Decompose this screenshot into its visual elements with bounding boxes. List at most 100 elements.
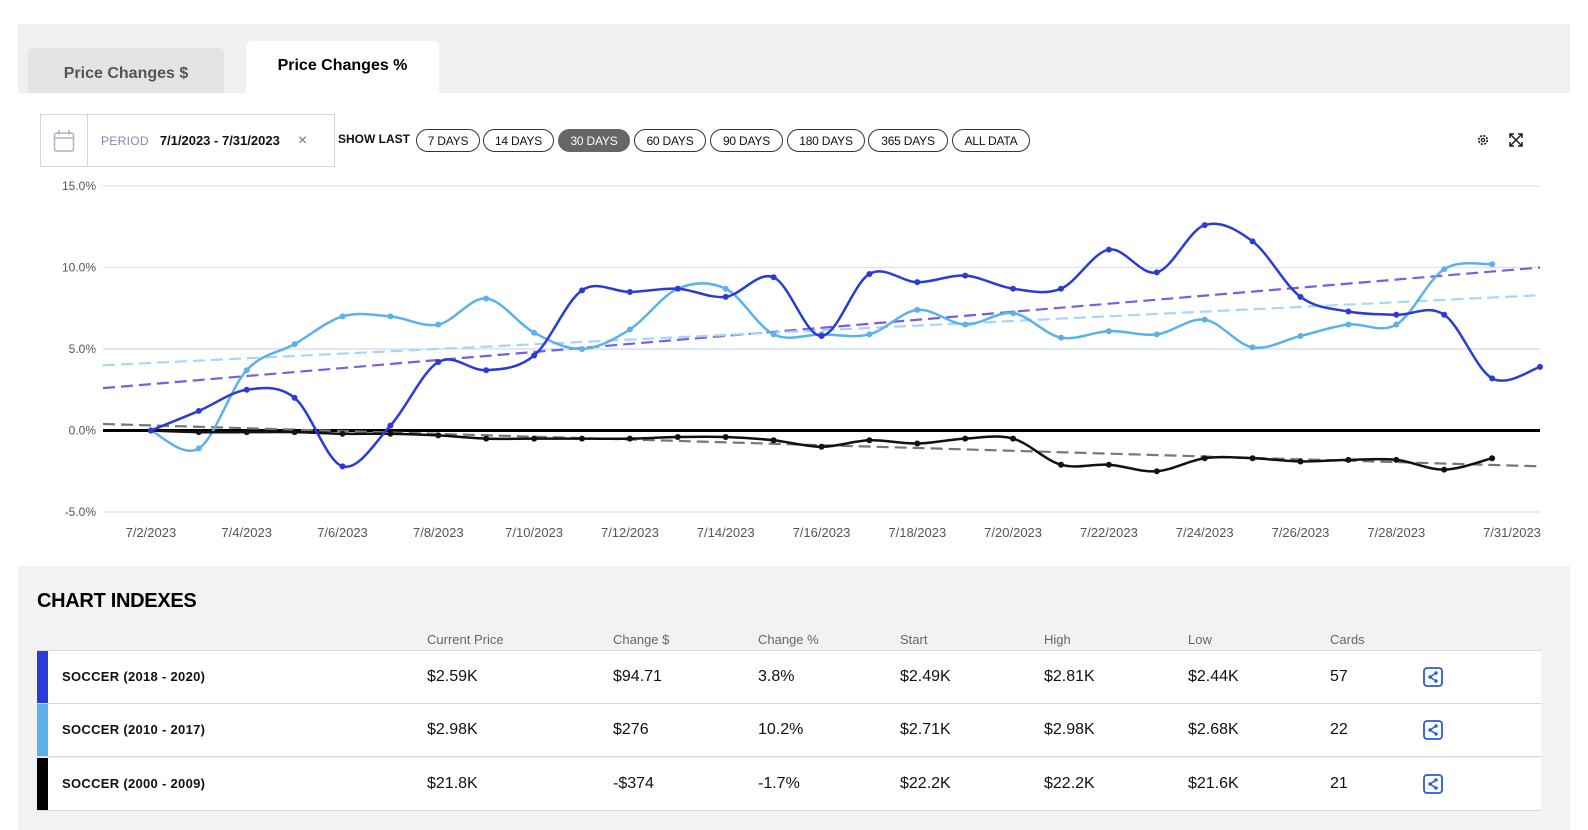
- table-divider: [37, 756, 1541, 757]
- chart-indexes-title: CHART INDEXES: [37, 590, 197, 612]
- series-color-swatch: [37, 651, 48, 703]
- data-point: [579, 435, 585, 442]
- x-tick-label: 7/31/2023: [1483, 525, 1541, 540]
- data-point: [1153, 468, 1160, 475]
- table-cell: $21.6K: [1188, 775, 1239, 792]
- y-tick-label: 5.0%: [69, 342, 97, 356]
- data-point: [339, 430, 346, 437]
- table-cell: $22.2K: [1044, 775, 1095, 792]
- data-point: [1489, 455, 1496, 462]
- table-cell: $2.59K: [427, 668, 478, 685]
- table-cell: -1.7%: [758, 775, 800, 792]
- data-point: [195, 445, 202, 452]
- table-cell: $276: [613, 721, 649, 738]
- data-point: [962, 321, 969, 328]
- data-point: [1010, 285, 1017, 292]
- index-name: SOCCER (2010 - 2017): [62, 722, 206, 737]
- data-point: [579, 346, 585, 352]
- index-name: SOCCER (2000 - 2009): [62, 776, 206, 791]
- x-tick-label: 7/2/2023: [126, 525, 177, 540]
- price-change-chart: 15.0% 10.0% 5.0% 0.0% -5.0% 7/2/2023 7/4/2023 7…: [62, 179, 1543, 540]
- data-point: [1489, 261, 1496, 268]
- table-cell: 57: [1330, 668, 1348, 685]
- data-point: [866, 331, 873, 338]
- table-row[interactable]: SOCCER (2018 - 2020) $2.59K $94.71 3.8% $2.4…: [37, 651, 1541, 703]
- data-point: [1393, 311, 1400, 318]
- data-point: [387, 313, 394, 320]
- data-point: [243, 429, 250, 436]
- y-tick-label: 0.0%: [69, 424, 97, 438]
- x-tick-label: 7/4/2023: [221, 525, 272, 540]
- data-point: [914, 279, 921, 286]
- data-point: [818, 443, 825, 450]
- data-point: [243, 386, 250, 393]
- data-point: [387, 430, 394, 437]
- y-tick-label: 15.0%: [62, 179, 96, 193]
- table-cell: $21.8K: [427, 775, 478, 792]
- table-row[interactable]: SOCCER (2000 - 2009) $21.8K -$374 -1.7% $22.…: [37, 758, 1541, 810]
- data-point: [626, 288, 633, 295]
- data-point: [291, 429, 298, 436]
- data-point: [962, 435, 969, 442]
- data-point: [722, 293, 729, 300]
- data-point: [626, 326, 633, 333]
- x-tick-label: 7/14/2023: [697, 525, 755, 540]
- data-point: [435, 432, 442, 439]
- y-tick-label: -5.0%: [65, 505, 97, 519]
- data-point: [626, 435, 633, 442]
- data-point: [1201, 455, 1208, 462]
- table-row[interactable]: SOCCER (2010 - 2017) $2.98K $276 10.2% $2.71…: [37, 704, 1541, 756]
- data-point: [1537, 363, 1543, 370]
- table-divider: [37, 810, 1541, 811]
- data-point: [770, 274, 777, 281]
- data-point: [1393, 456, 1400, 463]
- data-point: [866, 437, 873, 444]
- data-point: [1010, 435, 1017, 442]
- data-point: [1153, 331, 1160, 338]
- data-point: [866, 271, 873, 278]
- data-point: [387, 422, 394, 429]
- data-point: [1105, 461, 1112, 468]
- data-point: [770, 437, 777, 444]
- data-point: [1010, 310, 1017, 317]
- x-tick-label: 7/10/2023: [505, 525, 563, 540]
- col-high: High: [1044, 632, 1071, 647]
- x-tick-label: 7/22/2023: [1080, 525, 1138, 540]
- share-icon[interactable]: [1423, 774, 1443, 794]
- data-point: [147, 427, 154, 434]
- x-tick-label: 7/8/2023: [413, 525, 464, 540]
- col-low: Low: [1188, 632, 1212, 647]
- data-point: [1441, 466, 1448, 473]
- data-point: [1441, 311, 1448, 318]
- data-point: [1297, 458, 1304, 465]
- data-point: [722, 285, 729, 292]
- table-cell: $2.71K: [900, 721, 951, 738]
- table-cell: 22: [1330, 721, 1348, 738]
- index-name: SOCCER (2018 - 2020): [62, 669, 206, 684]
- data-point: [483, 435, 490, 442]
- col-current-price: Current Price: [427, 632, 504, 647]
- y-tick-label: 10.0%: [62, 261, 96, 275]
- share-icon[interactable]: [1423, 720, 1443, 740]
- data-point: [962, 272, 969, 279]
- data-point: [339, 463, 346, 470]
- data-point: [1249, 455, 1256, 462]
- data-point: [674, 434, 681, 441]
- x-tick-label: 7/24/2023: [1176, 525, 1234, 540]
- data-point: [435, 359, 442, 366]
- share-icon[interactable]: [1423, 667, 1443, 687]
- series-line: [150, 261, 1493, 452]
- page: Price Changes $ Price Changes % PERIOD 7…: [0, 0, 1588, 830]
- data-point: [243, 367, 250, 374]
- data-point: [195, 407, 202, 414]
- x-tick-label: 7/16/2023: [793, 525, 851, 540]
- x-tick-label: 7/20/2023: [984, 525, 1042, 540]
- table-cell: -$374: [613, 775, 654, 792]
- table-cell: 10.2%: [758, 721, 804, 738]
- x-tick-label: 7/18/2023: [888, 525, 946, 540]
- data-point: [1058, 461, 1064, 468]
- col-change-percent: Change %: [758, 632, 819, 647]
- data-point: [818, 332, 825, 339]
- table-cell: 21: [1330, 775, 1348, 792]
- data-point: [1297, 293, 1304, 300]
